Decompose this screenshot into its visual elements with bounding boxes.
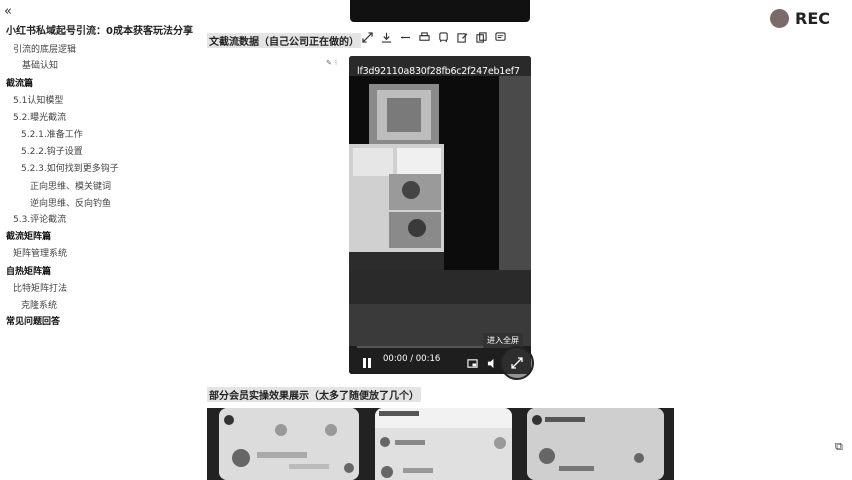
edit-icon[interactable]: [457, 32, 468, 43]
volume-button[interactable]: [487, 354, 498, 369]
block-mini-icons: ✎ ⁝: [326, 59, 337, 67]
toc-item[interactable]: 矩阵管理系统: [13, 246, 67, 259]
picture-in-picture-icon: [467, 359, 478, 368]
toc-item[interactable]: 截流篇: [6, 76, 33, 89]
double-chevron-left-icon: «: [4, 4, 12, 19]
result-card[interactable]: [219, 408, 359, 480]
video-frame: [349, 56, 531, 374]
media-toolbar: [362, 32, 506, 43]
expand-icon[interactable]: [362, 32, 373, 43]
comment-icon[interactable]: [495, 32, 506, 43]
top-overlay-bar: [350, 0, 530, 22]
document-title: 小红书私域起号引流：0成本获客玩法分享: [6, 26, 193, 37]
toc-item[interactable]: 5.2.2.钩子设置: [21, 144, 83, 157]
pause-button[interactable]: [361, 354, 373, 368]
fullscreen-icon: [511, 357, 523, 369]
record-dot-icon: [770, 9, 789, 28]
time-display: 00:00 / 00:16: [383, 354, 441, 364]
toc-item[interactable]: 5.2.3.如何找到更多钩子: [21, 161, 119, 174]
copy-icon[interactable]: [476, 32, 487, 43]
result-card[interactable]: [375, 408, 512, 480]
toc-item[interactable]: 正向思维、模关键词: [30, 179, 111, 192]
volume-icon: [487, 358, 494, 369]
toc-item[interactable]: 5.2.1.准备工作: [21, 127, 83, 140]
pip-button[interactable]: [467, 354, 478, 368]
section-heading-results: 部分会员实操效果展示（太多了随便放了几个）: [207, 387, 421, 402]
result-card-image: [527, 408, 664, 480]
recording-indicator: REC: [770, 9, 830, 28]
bus-icon[interactable]: [438, 32, 449, 43]
result-card-image: [375, 408, 512, 480]
toc-item[interactable]: 5.2.曝光截流: [13, 110, 66, 123]
dots-icon[interactable]: ⁝: [335, 59, 337, 67]
section-heading-data: 文截流数据（自己公司正在做的）: [207, 33, 361, 48]
pin-icon[interactable]: ✎: [326, 59, 332, 67]
download-icon[interactable]: [381, 32, 392, 43]
pause-icon: [363, 358, 371, 368]
toc-item[interactable]: 常见问题回答: [6, 314, 60, 327]
toc-item[interactable]: 比特矩阵打法: [13, 281, 67, 294]
toc-item[interactable]: 克隆系统: [21, 298, 57, 311]
toc-item[interactable]: 自热矩阵篇: [6, 264, 51, 277]
collapse-sidebar-button[interactable]: «: [4, 4, 12, 19]
toc-item[interactable]: 引流的底层逻辑: [13, 42, 76, 55]
minus-icon[interactable]: [400, 32, 411, 43]
fullscreen-button[interactable]: [500, 346, 534, 380]
toc-item[interactable]: 截流矩阵篇: [6, 229, 51, 242]
rec-label: REC: [795, 9, 830, 28]
video-hash-title: lf3d92110a830f28fb6c2f247eb1ef7: [357, 66, 520, 77]
video-player[interactable]: lf3d92110a830f28fb6c2f247eb1ef7 00:00 / …: [349, 56, 531, 374]
toc-item[interactable]: 逆向思维、反向钓鱼: [30, 196, 111, 209]
results-gallery: [207, 408, 674, 480]
print-icon[interactable]: [419, 32, 430, 43]
result-card[interactable]: [527, 408, 664, 480]
toc-item[interactable]: 5.3.评论截流: [13, 212, 66, 225]
toc-item[interactable]: 基础认知: [22, 58, 58, 71]
result-card-image: [219, 408, 359, 480]
side-panel-icon[interactable]: ⧉: [835, 440, 843, 454]
toc-item[interactable]: 5.1认知模型: [13, 93, 63, 106]
